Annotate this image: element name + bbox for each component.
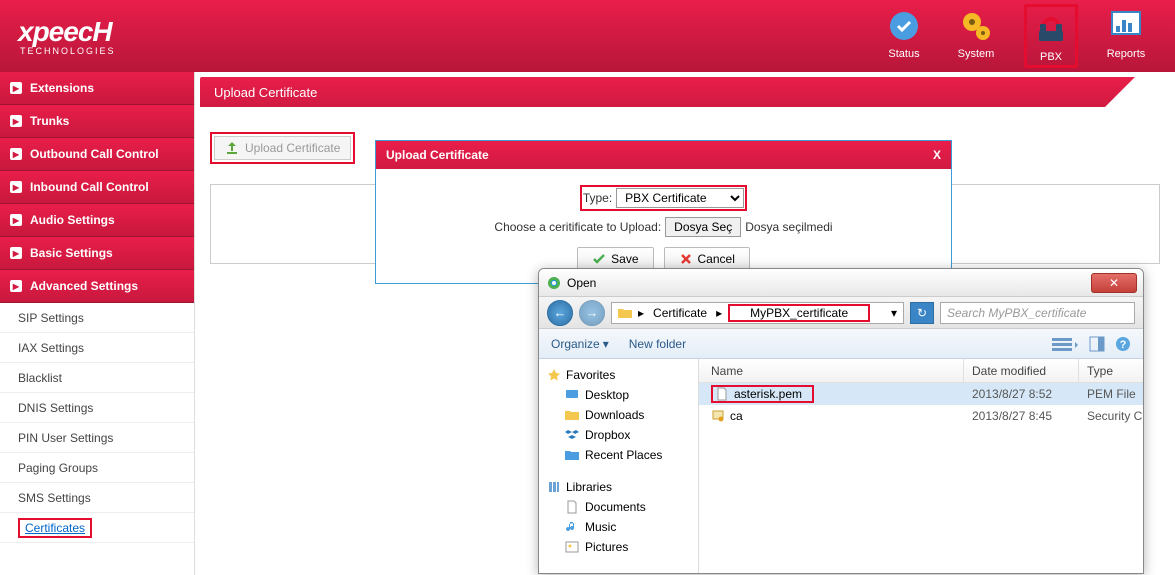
col-date[interactable]: Date modified bbox=[964, 359, 1079, 382]
status-icon[interactable]: Status bbox=[880, 4, 928, 68]
chrome-icon bbox=[547, 276, 561, 290]
sub-dnis[interactable]: DNIS Settings bbox=[0, 393, 194, 423]
upload-icon bbox=[225, 141, 239, 155]
check-icon bbox=[592, 252, 606, 266]
sub-paging[interactable]: Paging Groups bbox=[0, 453, 194, 483]
col-name[interactable]: Name bbox=[699, 359, 964, 382]
type-label: Type: bbox=[583, 191, 612, 205]
modal-header: Upload Certificate X bbox=[376, 141, 951, 169]
sidebar-item-trunks[interactable]: ▶Trunks bbox=[0, 105, 194, 138]
new-folder-button[interactable]: New folder bbox=[629, 337, 686, 351]
sub-sip[interactable]: SIP Settings bbox=[0, 303, 194, 333]
sub-iax[interactable]: IAX Settings bbox=[0, 333, 194, 363]
desktop-icon bbox=[565, 388, 579, 402]
type-select-wrap: Type: PBX Certificate bbox=[580, 185, 747, 211]
tree-music[interactable]: Music bbox=[539, 517, 698, 537]
system-icon[interactable]: System bbox=[952, 4, 1000, 68]
sidebar-item-advanced[interactable]: ▶Advanced Settings bbox=[0, 270, 194, 303]
cert-icon bbox=[711, 409, 725, 423]
help-icon[interactable]: ? bbox=[1115, 336, 1131, 352]
tree-recent[interactable]: Recent Places bbox=[539, 445, 698, 465]
pbx-icon[interactable]: PBX bbox=[1024, 4, 1078, 68]
organize-menu[interactable]: Organize ▾ bbox=[551, 337, 609, 351]
header-icons: Status System PBX Reports bbox=[880, 4, 1150, 68]
sidebar-item-extensions[interactable]: ▶Extensions bbox=[0, 72, 194, 105]
svg-text:?: ? bbox=[1120, 339, 1127, 351]
upload-cert-button[interactable]: Upload Certificate bbox=[214, 136, 351, 160]
tree-downloads[interactable]: Downloads bbox=[539, 405, 698, 425]
nav-back-button[interactable]: ← bbox=[547, 300, 573, 326]
app-header: xpeecH TECHNOLOGIES Status System PBX Re… bbox=[0, 0, 1175, 72]
sidebar-item-audio[interactable]: ▶Audio Settings bbox=[0, 204, 194, 237]
dialog-toolbar: Organize ▾ New folder ? bbox=[539, 329, 1143, 359]
sub-sms[interactable]: SMS Settings bbox=[0, 483, 194, 513]
file-row-asterisk[interactable]: asterisk.pem 2013/8/27 8:52 PEM File bbox=[699, 383, 1143, 405]
view-icon[interactable] bbox=[1051, 336, 1079, 352]
cross-icon bbox=[679, 252, 693, 266]
file-select-button[interactable]: Dosya Seç bbox=[665, 217, 741, 237]
choose-label: Choose a ceritificate to Upload: bbox=[494, 220, 661, 234]
tree-pictures[interactable]: Pictures bbox=[539, 537, 698, 557]
logo-text: xpeecH bbox=[18, 16, 116, 48]
sidebar-item-outbound[interactable]: ▶Outbound Call Control bbox=[0, 138, 194, 171]
file-status: Dosya seçilmedi bbox=[745, 220, 832, 234]
sub-certificates[interactable]: Certificates bbox=[0, 513, 194, 543]
dialog-close-button[interactable]: ✕ bbox=[1091, 273, 1137, 293]
dropbox-icon bbox=[565, 428, 579, 442]
type-select[interactable]: PBX Certificate bbox=[616, 188, 744, 208]
sub-blacklist[interactable]: Blacklist bbox=[0, 363, 194, 393]
sidebar: ▶Extensions ▶Trunks ▶Outbound Call Contr… bbox=[0, 72, 195, 575]
dialog-nav: ← → ▸ Certificate ▸ MyPBX_certificate ▾ … bbox=[539, 297, 1143, 329]
library-icon bbox=[547, 480, 561, 494]
logo-sub: TECHNOLOGIES bbox=[20, 46, 116, 56]
sidebar-item-basic[interactable]: ▶Basic Settings bbox=[0, 237, 194, 270]
tree-desktop[interactable]: Desktop bbox=[539, 385, 698, 405]
path-current: MyPBX_certificate bbox=[728, 304, 870, 322]
tree-libraries[interactable]: Libraries bbox=[539, 477, 698, 497]
tree-favorites[interactable]: Favorites bbox=[539, 365, 698, 385]
file-row-ca[interactable]: ca 2013/8/27 8:45 Security C bbox=[699, 405, 1143, 427]
sub-pin[interactable]: PIN User Settings bbox=[0, 423, 194, 453]
folder-tree: Favorites Desktop Downloads Dropbox Rece… bbox=[539, 359, 699, 573]
list-header: Name Date modified Type bbox=[699, 359, 1143, 383]
file-icon bbox=[715, 387, 729, 401]
file-open-dialog: Open ✕ ← → ▸ Certificate ▸ MyPBX_certifi… bbox=[538, 268, 1144, 574]
music-icon bbox=[565, 520, 579, 534]
documents-icon bbox=[565, 500, 579, 514]
upload-modal: Upload Certificate X Type: PBX Certifica… bbox=[375, 140, 952, 284]
nav-forward-button[interactable]: → bbox=[579, 300, 605, 326]
col-type[interactable]: Type bbox=[1079, 359, 1143, 382]
refresh-button[interactable]: ↻ bbox=[910, 302, 934, 324]
modal-close[interactable]: X bbox=[933, 148, 941, 162]
pictures-icon bbox=[565, 540, 579, 554]
upload-cert-button-wrap: Upload Certificate bbox=[210, 132, 355, 164]
tree-dropbox[interactable]: Dropbox bbox=[539, 425, 698, 445]
dialog-title-bar: Open ✕ bbox=[539, 269, 1143, 297]
recent-icon bbox=[565, 448, 579, 462]
sidebar-item-inbound[interactable]: ▶Inbound Call Control bbox=[0, 171, 194, 204]
file-list: Name Date modified Type asterisk.pem 201… bbox=[699, 359, 1143, 573]
search-input[interactable]: Search MyPBX_certificate bbox=[940, 302, 1135, 324]
reports-icon[interactable]: Reports bbox=[1102, 4, 1150, 68]
logo: xpeecH TECHNOLOGIES bbox=[18, 16, 116, 56]
downloads-icon bbox=[565, 408, 579, 422]
star-icon bbox=[547, 368, 561, 382]
page-title: Upload Certificate bbox=[200, 77, 1165, 107]
path-bar[interactable]: ▸ Certificate ▸ MyPBX_certificate ▾ bbox=[611, 302, 904, 324]
preview-icon[interactable] bbox=[1089, 336, 1105, 352]
folder-icon bbox=[618, 307, 632, 319]
tree-documents[interactable]: Documents bbox=[539, 497, 698, 517]
